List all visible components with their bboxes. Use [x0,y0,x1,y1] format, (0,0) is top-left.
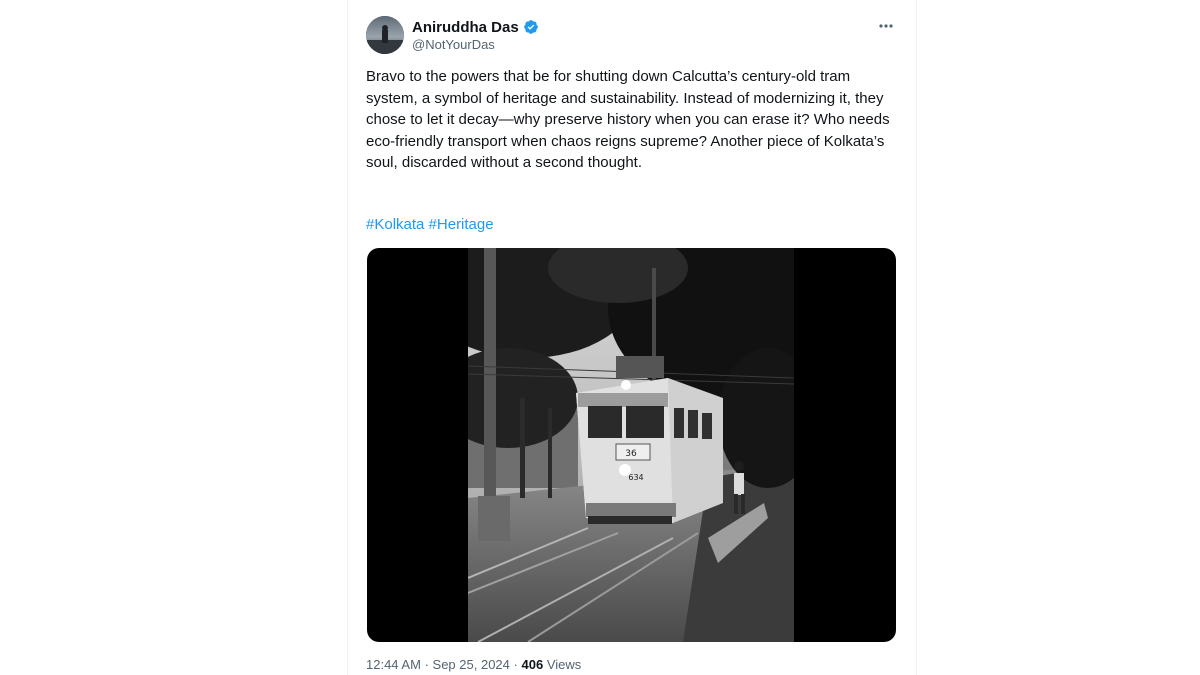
meta-separator: · [424,657,429,672]
author-handle[interactable]: @NotYourDas [412,37,539,52]
tweet-text: Bravo to the powers that be for shutting… [366,68,890,172]
views-label: Views [546,657,582,672]
tram-number: 634 [628,473,643,482]
avatar-image [366,16,404,54]
tweet-time[interactable]: 12:44 AM [366,657,421,672]
name-row: Aniruddha Das [412,17,539,37]
hashtag-heritage[interactable]: #Heritage [429,216,494,233]
meta-separator-2: · [513,657,518,672]
tram-route-sign: 36 [625,449,637,459]
tweet-photo[interactable]: 36 634 [367,248,896,642]
views-count: 406 [521,657,544,672]
tweet-card: Aniruddha Das @NotYourDas Bravo to the p… [347,0,917,675]
verified-badge-icon [523,19,539,35]
hashtags: #Kolkata #Heritage [366,214,494,236]
more-options-icon[interactable] [876,18,896,34]
tweet-header: Aniruddha Das @NotYourDas [366,16,898,56]
tweet-meta: 12:44 AM · Sep 25, 2024 · 406 Views [366,657,581,672]
display-name[interactable]: Aniruddha Das [412,19,519,36]
tweet-date[interactable]: Sep 25, 2024 [433,657,510,672]
author-block: Aniruddha Das @NotYourDas [412,17,539,52]
hashtag-kolkata[interactable]: #Kolkata [366,216,424,233]
avatar[interactable] [366,16,404,54]
tram-photo-image: 36 634 [468,248,794,642]
